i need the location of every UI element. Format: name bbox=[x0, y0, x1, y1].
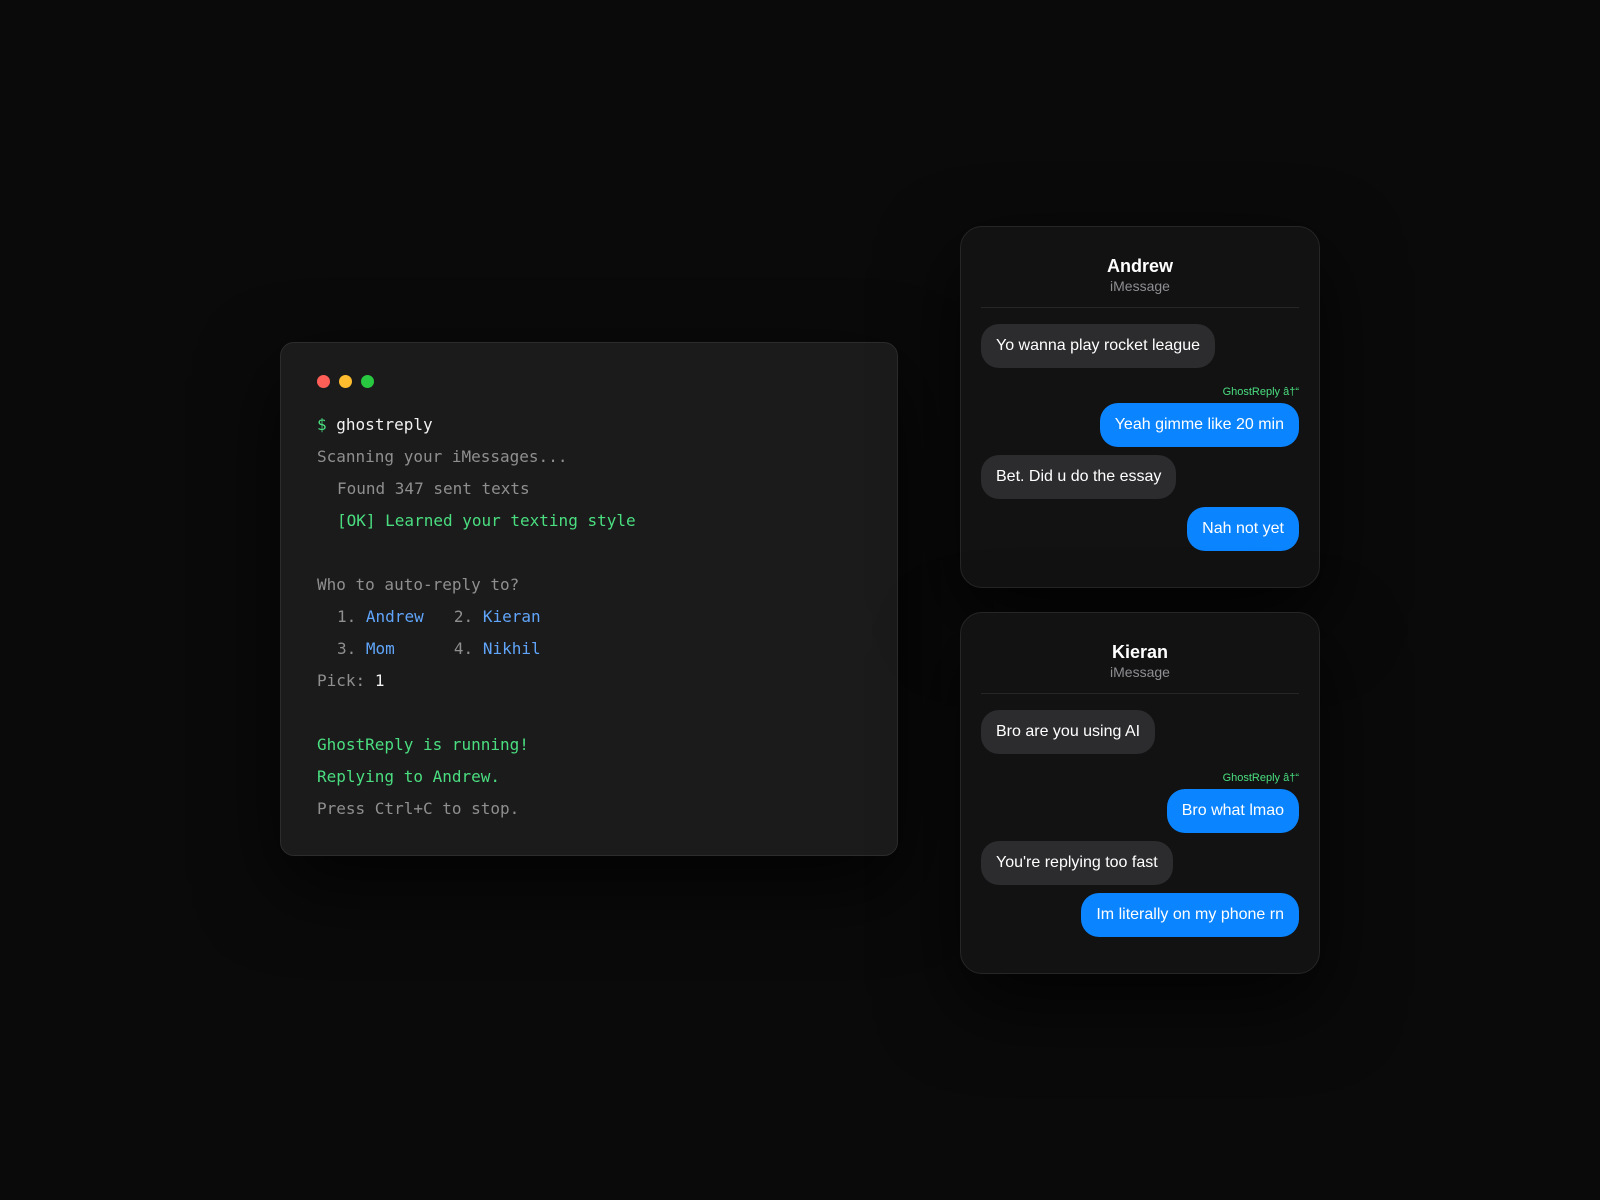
chat-card-kieran: Kieran iMessage Bro are you using AI Gho… bbox=[960, 612, 1320, 974]
option-andrew: 1. Andrew bbox=[337, 601, 454, 633]
message-row: Yeah gimme like 20 min bbox=[981, 403, 1299, 447]
incoming-bubble: Bro are you using AI bbox=[981, 710, 1156, 754]
pick-label: Pick: bbox=[317, 671, 366, 690]
stop-hint-line: Press Ctrl+C to stop. bbox=[317, 799, 520, 818]
message-row: Yo wanna play rocket league bbox=[981, 324, 1299, 368]
option-number: 2. bbox=[453, 607, 474, 626]
message-row: Nah not yet bbox=[981, 507, 1299, 551]
outgoing-bubble: Bro what lmao bbox=[1166, 789, 1299, 833]
terminal-window: $ ghostreply Scanning your iMessages... … bbox=[280, 342, 898, 856]
incoming-bubble: Yo wanna play rocket league bbox=[981, 324, 1215, 368]
outgoing-bubble: Nah not yet bbox=[1187, 507, 1299, 551]
option-name: Andrew bbox=[365, 607, 424, 626]
pick-value: 1 bbox=[374, 671, 385, 690]
options-row: 3. Mom 4. Nikhil bbox=[317, 633, 861, 665]
message-list: Yo wanna play rocket league GhostReply â… bbox=[981, 324, 1299, 551]
incoming-bubble: You're replying too fast bbox=[981, 841, 1173, 885]
option-name: Mom bbox=[365, 639, 395, 658]
option-kieran: 2. Kieran bbox=[454, 601, 541, 633]
message-row: Bro what lmao bbox=[981, 789, 1299, 833]
message-row: Bet. Did u do the essay bbox=[981, 455, 1299, 499]
option-number: 4. bbox=[453, 639, 474, 658]
minimize-window-button[interactable] bbox=[339, 375, 352, 388]
outgoing-bubble: Yeah gimme like 20 min bbox=[1099, 403, 1299, 447]
prompt-symbol: $ bbox=[317, 415, 327, 434]
chat-header: Kieran iMessage bbox=[981, 613, 1299, 694]
outgoing-bubble: Im literally on my phone rn bbox=[1081, 893, 1299, 937]
incoming-bubble: Bet. Did u do the essay bbox=[981, 455, 1177, 499]
options-row: 1. Andrew 2. Kieran bbox=[317, 601, 861, 633]
ghostreply-tag: GhostReply â†“ bbox=[1222, 772, 1299, 784]
message-list: Bro are you using AI GhostReply â†“ Bro … bbox=[981, 710, 1299, 937]
message-row: You're replying too fast bbox=[981, 841, 1299, 885]
close-window-button[interactable] bbox=[317, 375, 330, 388]
contact-name: Kieran bbox=[1111, 642, 1169, 662]
running-line: GhostReply is running! bbox=[317, 735, 529, 754]
command-line: $ ghostreply bbox=[317, 409, 861, 441]
question-line: Who to auto-reply to? bbox=[317, 575, 520, 594]
option-number: 3. bbox=[337, 639, 357, 658]
scanning-line: Scanning your iMessages... bbox=[317, 447, 568, 466]
ghostreply-tag: GhostReply â†“ bbox=[1222, 386, 1299, 398]
message-row: Bro are you using AI bbox=[981, 710, 1299, 754]
service-label: iMessage bbox=[1110, 664, 1170, 680]
window-controls bbox=[317, 375, 861, 389]
chat-card-andrew: Andrew iMessage Yo wanna play rocket lea… bbox=[960, 226, 1320, 588]
message-row: Im literally on my phone rn bbox=[981, 893, 1299, 937]
contact-name: Andrew bbox=[1106, 256, 1173, 276]
replying-line: Replying to Andrew. bbox=[317, 767, 501, 786]
option-name: Kieran bbox=[482, 607, 541, 626]
command-text: ghostreply bbox=[336, 415, 433, 434]
ok-line: [OK] Learned your texting style bbox=[337, 511, 636, 530]
option-nikhil: 4. Nikhil bbox=[454, 633, 541, 665]
option-mom: 3. Mom bbox=[337, 633, 454, 665]
zoom-window-button[interactable] bbox=[361, 375, 374, 388]
pick-line: Pick: 1 bbox=[317, 665, 861, 697]
chat-header: Andrew iMessage bbox=[981, 227, 1299, 308]
option-number: 1. bbox=[337, 607, 357, 626]
found-line: Found 347 sent texts bbox=[337, 479, 530, 498]
option-name: Nikhil bbox=[482, 639, 541, 658]
service-label: iMessage bbox=[1110, 278, 1170, 294]
